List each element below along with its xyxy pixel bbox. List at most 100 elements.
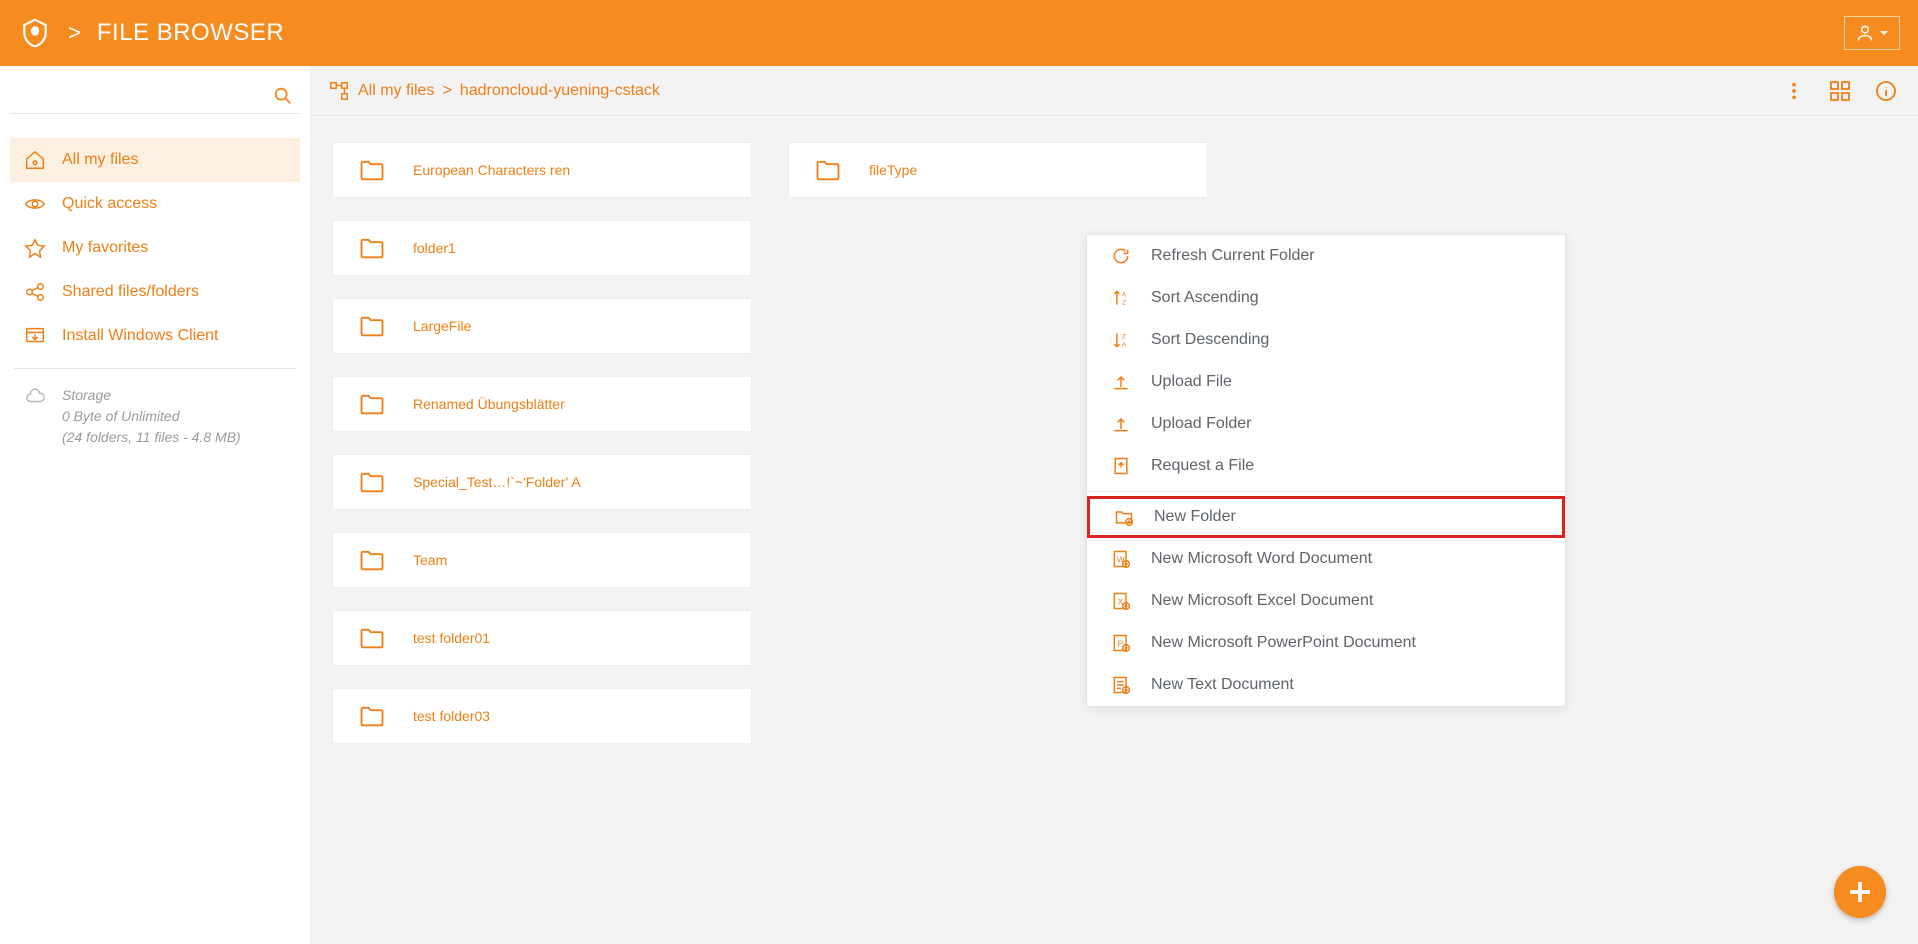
context-menu-separator xyxy=(1087,491,1565,492)
folder-tile[interactable]: folder1 xyxy=(332,220,752,276)
folder-name: fileType xyxy=(869,162,917,178)
context-menu-item[interactable]: New Folder xyxy=(1087,496,1565,538)
context-menu-label: New Microsoft Excel Document xyxy=(1151,592,1373,610)
star-icon xyxy=(24,237,46,259)
breadcrumb-current[interactable]: hadroncloud-yuening-cstack xyxy=(460,82,660,100)
svg-text:A: A xyxy=(1122,342,1127,349)
svg-text:Z: Z xyxy=(1122,333,1126,340)
user-icon xyxy=(1855,23,1875,43)
upload-file-icon xyxy=(1109,370,1133,394)
context-menu-label: Refresh Current Folder xyxy=(1151,247,1315,265)
folder-icon xyxy=(355,468,389,496)
folder-tile[interactable]: fileType xyxy=(788,142,1208,198)
folder-icon xyxy=(355,546,389,574)
context-menu-label: New Folder xyxy=(1154,508,1236,526)
app-header: > FILE BROWSER xyxy=(0,0,1918,66)
sidebar-item-shared[interactable]: Shared files/folders xyxy=(10,270,300,314)
sidebar-item-label: My favorites xyxy=(62,239,148,257)
new-excel-icon: X xyxy=(1109,589,1133,613)
request-file-icon xyxy=(1109,454,1133,478)
sidebar-item-all-my-files[interactable]: All my files xyxy=(10,138,300,182)
tree-icon[interactable] xyxy=(328,80,350,102)
search-input[interactable] xyxy=(16,88,272,106)
sidebar-item-label: All my files xyxy=(62,151,138,169)
context-menu-item[interactable]: Upload File xyxy=(1087,361,1565,403)
sidebar-item-favorites[interactable]: My favorites xyxy=(10,226,300,270)
context-menu-item[interactable]: Refresh Current Folder xyxy=(1087,235,1565,277)
sidebar-item-label: Quick access xyxy=(62,195,157,213)
share-icon xyxy=(24,281,46,303)
search-icon[interactable] xyxy=(272,85,294,109)
folder-name: LargeFile xyxy=(413,318,471,334)
context-menu-label: Upload Folder xyxy=(1151,415,1252,433)
folder-name: Renamed Übungsblätter xyxy=(413,396,565,412)
context-menu-label: New Microsoft PowerPoint Document xyxy=(1151,634,1416,652)
folder-tile[interactable]: Renamed Übungsblätter xyxy=(332,376,752,432)
folder-icon xyxy=(355,624,389,652)
toolbar: All my files > hadroncloud-yuening-cstac… xyxy=(310,66,1918,116)
folder-grid-area: European Characters ren fileType folder1 La… xyxy=(310,116,1918,944)
folder-tile[interactable]: European Characters ren xyxy=(332,142,752,198)
folder-name: folder1 xyxy=(413,240,456,256)
folder-tile[interactable]: LargeFile xyxy=(332,298,752,354)
sort-asc-icon: AZ xyxy=(1109,286,1133,310)
new-ppt-icon: P xyxy=(1109,631,1133,655)
new-word-icon: W xyxy=(1109,547,1133,571)
sidebar: All my files Quick access My favorites S… xyxy=(0,66,310,944)
new-folder-icon xyxy=(1112,505,1136,529)
sidebar-item-install-client[interactable]: Install Windows Client xyxy=(10,314,300,358)
context-menu-item[interactable]: New Text Document xyxy=(1087,664,1565,706)
context-menu-item[interactable]: Upload Folder xyxy=(1087,403,1565,445)
folder-tile[interactable]: Team xyxy=(332,532,752,588)
context-menu-label: New Text Document xyxy=(1151,676,1294,694)
more-options-icon[interactable] xyxy=(1780,77,1808,105)
folder-tile[interactable]: test folder03 xyxy=(332,688,752,744)
context-menu-label: Request a File xyxy=(1151,457,1254,475)
context-menu: Refresh Current FolderAZSort AscendingZA… xyxy=(1086,234,1566,707)
refresh-icon xyxy=(1109,244,1133,268)
context-menu-label: New Microsoft Word Document xyxy=(1151,550,1372,568)
new-text-icon xyxy=(1109,673,1133,697)
download-box-icon xyxy=(24,325,46,347)
sidebar-item-quick-access[interactable]: Quick access xyxy=(10,182,300,226)
svg-text:Z: Z xyxy=(1122,300,1126,307)
context-menu-item[interactable]: P New Microsoft PowerPoint Document xyxy=(1087,622,1565,664)
context-menu-item[interactable]: Request a File xyxy=(1087,445,1565,487)
storage-line1: 0 Byte of Unlimited xyxy=(62,406,241,427)
info-icon[interactable] xyxy=(1872,77,1900,105)
chevron-down-icon xyxy=(1878,27,1890,39)
user-menu[interactable] xyxy=(1844,16,1900,50)
upload-folder-icon xyxy=(1109,412,1133,436)
eye-icon xyxy=(24,193,46,215)
folder-icon xyxy=(355,312,389,340)
context-menu-item[interactable]: AZ Sort Ascending xyxy=(1087,277,1565,319)
storage-status: Storage 0 Byte of Unlimited (24 folders,… xyxy=(10,379,300,454)
folder-name: Special_Test…!`~'Folder' A xyxy=(413,474,581,490)
context-menu-item[interactable]: ZASort Descending xyxy=(1087,319,1565,361)
folder-name: test folder01 xyxy=(413,630,490,646)
breadcrumb-sep-icon: > xyxy=(68,20,81,46)
main-area: All my files > hadroncloud-yuening-cstac… xyxy=(310,66,1918,944)
view-grid-icon[interactable] xyxy=(1826,77,1854,105)
app-logo-icon xyxy=(18,16,52,50)
context-menu-item[interactable]: W New Microsoft Word Document xyxy=(1087,538,1565,580)
folder-tile[interactable]: Special_Test…!`~'Folder' A xyxy=(332,454,752,510)
folder-name: Team xyxy=(413,552,447,568)
storage-line2: (24 folders, 11 files - 4.8 MB) xyxy=(62,427,241,448)
folder-icon xyxy=(355,156,389,184)
context-menu-label: Sort Ascending xyxy=(1151,289,1259,307)
home-icon xyxy=(24,149,46,171)
folder-name: test folder03 xyxy=(413,708,490,724)
add-fab-button[interactable] xyxy=(1834,866,1886,918)
search-input-wrap[interactable] xyxy=(10,80,300,114)
context-menu-item[interactable]: X New Microsoft Excel Document xyxy=(1087,580,1565,622)
breadcrumb-sep: > xyxy=(442,82,451,100)
folder-tile[interactable]: test folder01 xyxy=(332,610,752,666)
sidebar-item-label: Shared files/folders xyxy=(62,283,199,301)
breadcrumb-root[interactable]: All my files xyxy=(358,82,434,100)
svg-text:A: A xyxy=(1122,291,1127,298)
cloud-icon xyxy=(24,385,46,448)
folder-icon xyxy=(811,156,845,184)
sidebar-separator xyxy=(14,368,296,369)
folder-icon xyxy=(355,390,389,418)
